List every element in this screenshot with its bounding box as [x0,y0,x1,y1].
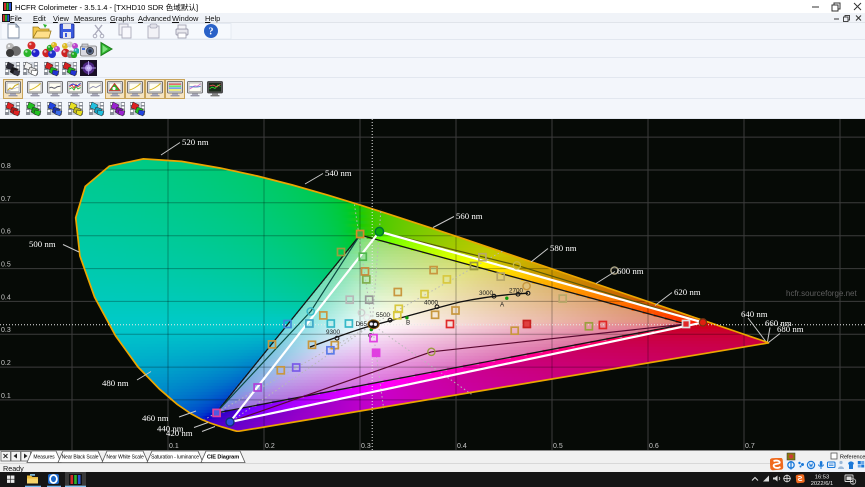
svg-text:0.5: 0.5 [1,262,11,269]
svg-text:Near White Scale: Near White Scale [106,455,144,461]
svg-text:420 nm: 420 nm [166,428,193,438]
svg-text:500 nm: 500 nm [29,239,56,249]
svg-text:9300: 9300 [326,329,341,336]
svg-text:2022/6/1: 2022/6/1 [811,481,834,487]
svg-text:0.8: 0.8 [1,163,11,170]
svg-text:0.5: 0.5 [553,443,563,450]
svg-text:5500: 5500 [376,312,391,319]
svg-text:0.6: 0.6 [1,229,11,236]
svg-text:Near Black Scale: Near Black Scale [62,455,99,461]
svg-text:hcfr.sourceforge.net: hcfr.sourceforge.net [786,289,857,298]
svg-text:3000: 3000 [479,290,494,297]
svg-text:2700: 2700 [509,288,524,295]
svg-text:1: 1 [852,480,855,486]
svg-text:0.3: 0.3 [361,443,371,450]
svg-text:0.7: 0.7 [1,196,11,203]
svg-text:Measures: Measures [33,455,55,461]
svg-text:0.4: 0.4 [1,294,11,301]
svg-text:CIE Diagram: CIE Diagram [207,455,239,461]
svg-text:520 nm: 520 nm [182,137,209,147]
svg-text:16:53: 16:53 [815,474,830,480]
svg-text:640 nm: 640 nm [741,309,768,319]
svg-text:680 nm: 680 nm [777,324,804,334]
svg-text:4000: 4000 [424,300,439,307]
svg-text:?: ? [209,27,214,38]
svg-text:Saturation - luminance: Saturation - luminance [151,455,199,461]
svg-text:0.4: 0.4 [457,443,467,450]
svg-text:0.1: 0.1 [169,443,179,450]
svg-text:620 nm: 620 nm [674,287,701,297]
svg-text:0.6: 0.6 [649,443,659,450]
svg-text:0.1: 0.1 [1,393,11,400]
svg-text:560 nm: 560 nm [456,211,483,221]
svg-text:580 nm: 580 nm [550,243,577,253]
svg-text:600 nm: 600 nm [617,266,644,276]
svg-text:D65: D65 [356,321,368,328]
svg-text:480 nm: 480 nm [102,378,129,388]
svg-text:0.3: 0.3 [1,327,11,334]
svg-text:B: B [406,320,410,327]
svg-text:0.2: 0.2 [1,360,11,367]
svg-text:0.7: 0.7 [745,443,755,450]
svg-text:540 nm: 540 nm [325,168,352,178]
svg-text:0.2: 0.2 [265,443,275,450]
svg-text:460 nm: 460 nm [142,413,169,423]
